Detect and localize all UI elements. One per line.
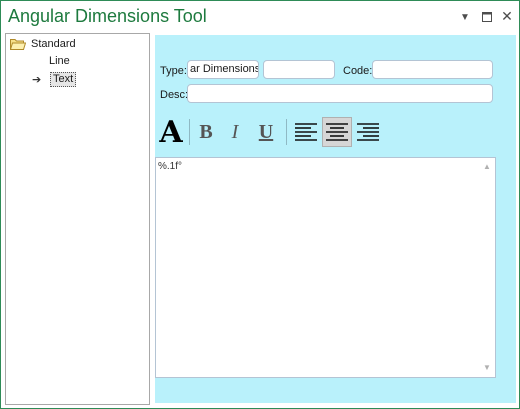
vertical-scrollbar[interactable]: ▲ ▼: [479, 158, 495, 377]
italic-button[interactable]: I: [223, 117, 247, 147]
maximize-icon[interactable]: [480, 10, 494, 24]
title-bar: Angular Dimensions Tool ▼ ✕: [1, 1, 519, 33]
bold-button[interactable]: B: [194, 117, 218, 147]
arrow-right-icon: ➔: [32, 73, 42, 86]
format-string: %.1f°: [158, 161, 183, 172]
window-title: Angular Dimensions Tool: [8, 6, 207, 26]
toolbar-separator: [286, 119, 287, 145]
align-left-icon: [295, 123, 317, 141]
type-label: Type:: [160, 65, 187, 77]
close-icon[interactable]: ✕: [500, 8, 514, 24]
text-format-editor[interactable]: %.1f° ▲ ▼: [155, 157, 496, 378]
tree-item-label: Text: [50, 71, 77, 87]
tree-item-line[interactable]: Line: [49, 53, 70, 69]
tree-item-standard[interactable]: Standard: [9, 36, 76, 52]
align-center-button[interactable]: [322, 117, 352, 147]
tree-item-label: Standard: [31, 38, 76, 50]
scroll-down-icon[interactable]: ▼: [482, 363, 492, 373]
style-tree: Standard Line ➔ Text: [5, 33, 150, 405]
code-field[interactable]: [372, 60, 493, 79]
tool-window: Angular Dimensions Tool ▼ ✕ Standard Lin…: [0, 0, 520, 409]
underline-button[interactable]: U: [254, 117, 278, 147]
align-left-button[interactable]: [291, 117, 321, 147]
align-right-button[interactable]: [353, 117, 383, 147]
tree-item-text[interactable]: ➔ Text: [32, 71, 77, 87]
font-button[interactable]: A: [158, 115, 184, 150]
desc-field[interactable]: [187, 84, 493, 103]
align-center-icon: [326, 123, 348, 141]
folder-open-icon: [9, 38, 27, 50]
tree-item-label: Line: [49, 55, 70, 67]
chevron-down-icon[interactable]: ▼: [458, 10, 472, 24]
type-extra-field[interactable]: [263, 60, 335, 79]
align-right-icon: [357, 123, 379, 141]
scroll-up-icon[interactable]: ▲: [482, 162, 492, 172]
code-label: Code:: [343, 65, 373, 77]
desc-label: Desc:: [160, 89, 189, 101]
toolbar-separator: [189, 119, 190, 145]
type-field[interactable]: ar Dimensions: [187, 60, 259, 79]
